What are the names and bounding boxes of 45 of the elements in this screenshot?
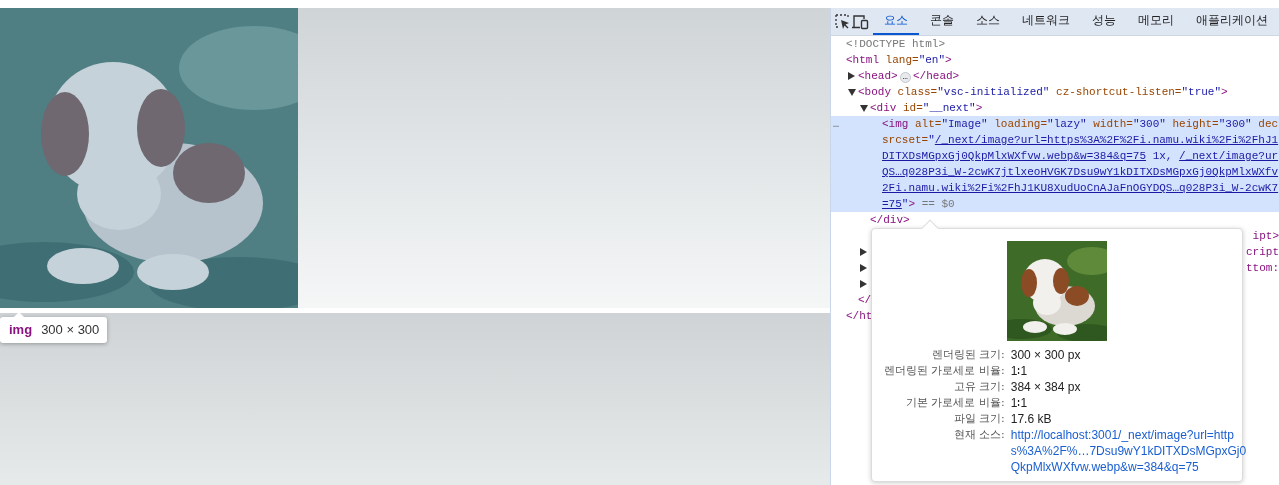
panel-tab[interactable]: 콘솔 [919, 8, 965, 35]
code-line: ipt> [1252, 230, 1279, 242]
code-line: </ [858, 294, 872, 306]
collapsed-content-badge[interactable]: … [899, 71, 911, 83]
panel-tab[interactable]: 성능 [1081, 8, 1127, 35]
info-label: 기본 가로세로 비율: [905, 395, 1005, 411]
source-link[interactable]: =75 [882, 198, 902, 210]
panel-tab[interactable]: 네트워크 [1011, 8, 1081, 35]
info-label: 렌더링된 가로세로 비율: [884, 363, 1005, 379]
panel-tab[interactable]: 메모리 [1127, 8, 1185, 35]
info-value: 17.6 kB [1010, 411, 1053, 427]
info-label: 렌더링된 크기: [930, 347, 1005, 363]
source-url-link[interactable]: http://localhost:3001/_next/image?url=https%3A%2F%…7Dsu9wY1kDITXDsMGpxGj0QkpMlxWXfvw.webp&w=384&q=75 [1010, 427, 1247, 475]
source-link[interactable]: DITXDsMGpxGj0QkpMlxWXfvw.webp&w=384&q=75 [882, 150, 1147, 162]
code-line: <html lang="en"> [846, 54, 952, 66]
inspect-element-icon[interactable] [835, 13, 851, 30]
panel-tab[interactable]: 요소 [873, 8, 919, 35]
info-value: 1∶1 [1010, 395, 1029, 411]
panel-tab[interactable]: 소스 [965, 8, 1011, 35]
expand-triangle-icon[interactable] [848, 72, 855, 80]
source-link[interactable]: /_next/image?url=https%3A%2F%2Fi.namu.wiki%2Fi%2FhJ1 [934, 134, 1279, 146]
info-value: 384 × 384 px [1010, 379, 1082, 395]
info-value: 300 × 300 px [1010, 347, 1082, 363]
tag-name: img [9, 322, 33, 337]
code-line: </ht [846, 310, 873, 322]
element-size: 300 × 300 [41, 322, 100, 337]
more-actions-button[interactable]: … [831, 118, 839, 130]
source-link[interactable]: /_next/image?ur [1179, 150, 1279, 162]
code-line: DITXDsMGpxGj0QkpMlxWXfvw.webp&w=384&q=75 1x, /_next/image?ur [882, 150, 1279, 162]
code-line: <img alt="Image" loading="lazy" width="300" height="300" dec [882, 118, 1279, 130]
code-line: </div> [870, 214, 910, 226]
code-line: =75"> == $0 [882, 198, 955, 210]
code-line: ttom: [1246, 262, 1279, 274]
info-label: 파일 크기: [952, 411, 1005, 427]
code-line: <body class="vsc-initialized" cz-shortcut-listen="true"> [858, 86, 1228, 98]
device-toolbar-icon[interactable] [851, 13, 869, 30]
code-line: <head> … </head> [858, 69, 960, 83]
code-line: cript [1246, 246, 1279, 258]
code-line: <div id="__next"> [870, 102, 983, 114]
info-label: 현재 소스: [952, 427, 1005, 443]
code-line: <!DOCTYPE html> [846, 38, 946, 50]
code-line: srcset="/_next/image?url=https%3A%2F%2Fi.namu.wiki%2Fi%2FhJ1 [882, 134, 1279, 146]
panel-tab[interactable]: 애플리케이션 [1185, 8, 1279, 35]
info-value: 1∶1 [1010, 363, 1029, 379]
info-label: 고유 크기: [952, 379, 1005, 395]
